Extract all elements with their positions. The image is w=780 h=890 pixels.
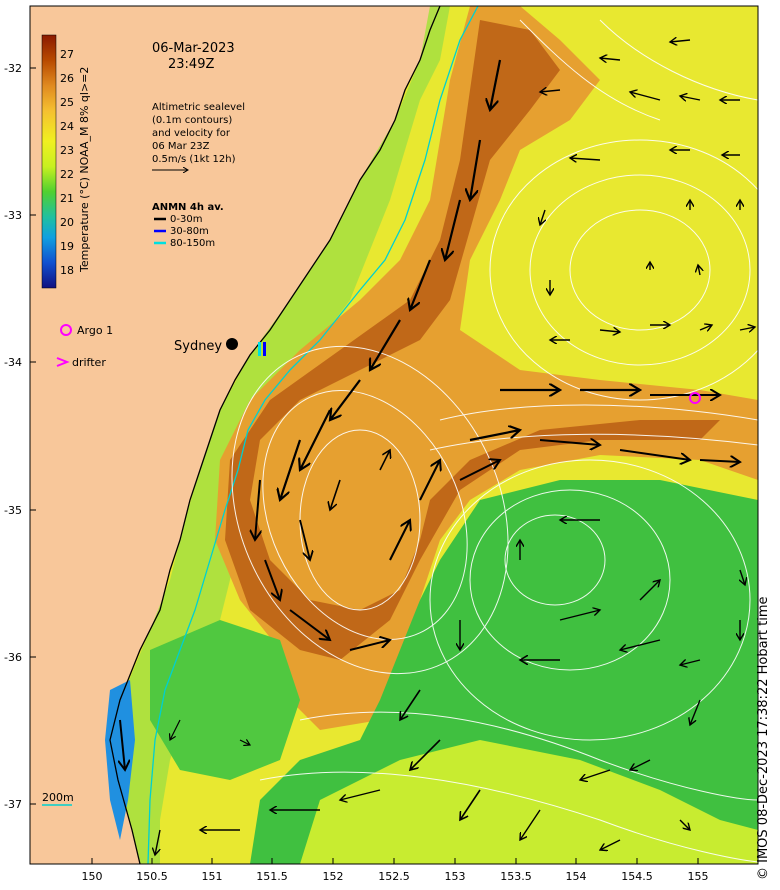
lon-tick-label: 154.5 [621,870,653,883]
colorbar-tick: 23 [60,144,74,157]
colorbar [41,34,57,289]
colorbar-label: Temperature (°C) NOAA_M 8% ql>=2 [78,67,91,273]
lon-tick-label: 153.5 [500,870,532,883]
isobath-label: 200m [42,791,74,804]
lat-tick-label: -36 [4,651,22,664]
colorbar-tick: 21 [60,192,74,205]
drifter-legend-label: drifter [72,356,106,369]
lon-tick-label: 154 [566,870,587,883]
lon-tick-label: 155 [688,870,709,883]
lat-tick-label: -32 [4,62,22,75]
colorbar-tick: 20 [60,216,74,229]
anmn-title: ANMN 4h av. [152,202,224,213]
info-line: (0.1m contours) [152,115,232,126]
colorbar-tick: 18 [60,264,74,277]
credit-text: © IMOS 08-Dec-2023 17:38:22 Hobart time [756,596,771,880]
city-label-sydney: Sydney [174,339,222,354]
anmn-label: 0-30m [170,214,202,225]
info-line: 0.5m/s (1kt 12h) [152,154,236,165]
colorbar-tick: 27 [60,48,74,61]
lat-tick-label: -34 [4,356,22,369]
lat-tick-label: -37 [4,798,22,811]
info-line: Altimetric sealevel [152,102,245,113]
colorbar-tick: 22 [60,168,74,181]
colorbar-tick: 26 [60,72,74,85]
info-line: and velocity for [152,128,231,139]
lat-tick-label: -33 [4,209,22,222]
map-time: 23:49Z [168,57,214,72]
mooring-marker-cyan [258,342,261,356]
argo-legend-label: Argo 1 [77,324,113,337]
colorbar-tick: 24 [60,120,74,133]
lat-tick-label: -35 [4,504,22,517]
lon-tick-label: 150 [82,870,103,883]
lon-tick-label: 152 [323,870,344,883]
lon-tick-label: 151 [202,870,223,883]
lon-tick-label: 153 [445,870,466,883]
mooring-marker-blue [263,342,266,356]
anmn-label: 30-80m [170,226,209,237]
anmn-label: 80-150m [170,238,215,249]
sst-map: -32 -33 -34 -35 -36 -37 150 150.5 151 15… [4,5,759,883]
lon-tick-label: 150.5 [136,870,168,883]
lon-tick-label: 151.5 [256,870,288,883]
shelf-green-patch [150,620,300,780]
lon-tick-label: 152.5 [378,870,410,883]
map-date: 06-Mar-2023 [152,41,235,56]
info-line: 06 Mar 23Z [152,141,210,152]
sydney-marker [226,338,238,350]
colorbar-tick: 19 [60,240,74,253]
colorbar-tick: 25 [60,96,74,109]
